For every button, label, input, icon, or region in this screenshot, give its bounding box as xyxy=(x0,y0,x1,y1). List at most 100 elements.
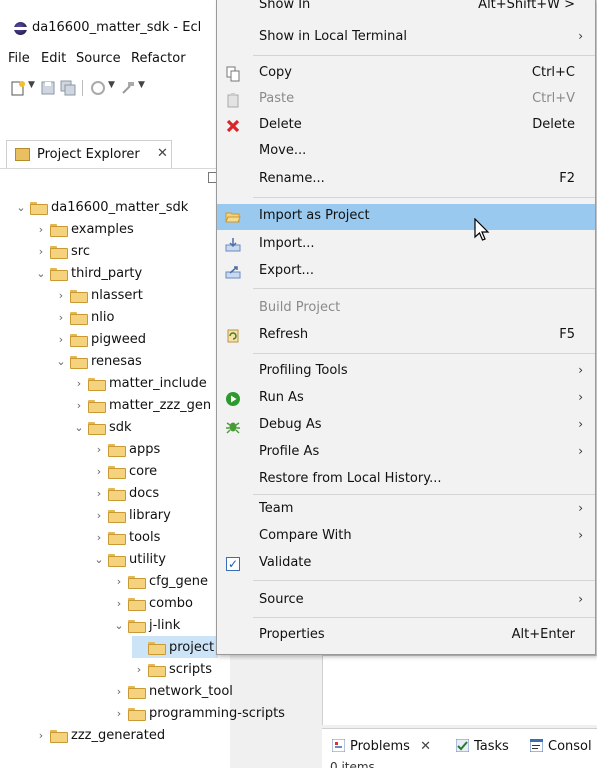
chevron-right-icon[interactable]: › xyxy=(72,399,86,412)
menu-item-show-in-local-terminal[interactable]: Show in Local Terminal › xyxy=(217,25,595,51)
chevron-down-icon[interactable]: ⌄ xyxy=(14,201,28,214)
new-file-icon[interactable] xyxy=(10,80,26,96)
menu-item-import[interactable]: Import... xyxy=(217,232,595,258)
chevron-right-icon[interactable]: › xyxy=(112,597,126,610)
chevron-right-icon[interactable]: › xyxy=(112,685,126,698)
chevron-down-icon[interactable]: ⌄ xyxy=(112,619,126,632)
menu-item-move[interactable]: Move... xyxy=(217,139,595,165)
import-icon xyxy=(225,238,241,252)
hammer-icon[interactable] xyxy=(120,80,136,96)
hammer-dropdown-icon[interactable]: ▼ xyxy=(138,80,145,96)
chevron-right-icon[interactable]: › xyxy=(112,575,126,588)
tree-item-selected[interactable]: project xyxy=(132,636,219,658)
divider xyxy=(0,168,230,169)
save-all-icon[interactable] xyxy=(60,80,76,96)
tree-item[interactable]: ⌄ sdk xyxy=(72,416,132,438)
tree-item[interactable]: › programming-scripts xyxy=(112,702,285,724)
tree-item[interactable]: › nlassert xyxy=(54,284,143,306)
menu-item-show-in[interactable]: Show In Alt+Shift+W > xyxy=(217,0,595,19)
chevron-right-icon[interactable]: › xyxy=(72,377,86,390)
menu-item-profile-as[interactable]: Profile As › xyxy=(217,440,595,466)
menu-item-debug-as[interactable]: Debug As › xyxy=(217,413,595,439)
chevron-down-icon[interactable]: ⌄ xyxy=(54,355,68,368)
tree-item[interactable]: › matter_include xyxy=(72,372,207,394)
close-icon[interactable]: ✕ xyxy=(157,146,168,161)
menu-item-export[interactable]: Export... xyxy=(217,259,595,285)
menu-item-copy[interactable]: Copy Ctrl+C xyxy=(217,61,595,87)
tree-item[interactable]: › matter_zzz_gen xyxy=(72,394,211,416)
tree-item[interactable]: › zzz_generated xyxy=(34,724,165,746)
tab-problems[interactable]: Problems ✕ xyxy=(332,739,431,754)
tree-item[interactable]: ⌄ third_party xyxy=(34,262,142,284)
tree-item[interactable]: ⌄ da16600_matter_sdk xyxy=(14,196,188,218)
chevron-down-icon[interactable]: ⌄ xyxy=(72,421,86,434)
chevron-right-icon[interactable]: › xyxy=(92,509,106,522)
chevron-right-icon[interactable]: › xyxy=(34,729,48,742)
tree-item[interactable]: ⌄ utility xyxy=(92,548,166,570)
tree-item[interactable]: › src xyxy=(34,240,90,262)
chevron-right-icon[interactable]: › xyxy=(92,487,106,500)
tree-item-label: sdk xyxy=(109,419,132,435)
chevron-right-icon[interactable]: › xyxy=(92,443,106,456)
menu-item-validate[interactable]: ✓ Validate xyxy=(217,551,595,577)
chevron-right-icon[interactable]: › xyxy=(54,289,68,302)
tree-item[interactable]: › scripts xyxy=(132,658,212,680)
menu-item-refresh[interactable]: Refresh F5 xyxy=(217,323,595,349)
menu-item-delete[interactable]: Delete Delete xyxy=(217,113,595,139)
tree-item[interactable]: › network_tool xyxy=(112,680,233,702)
menu-refactor[interactable]: Refactor xyxy=(131,51,186,66)
menu-item-paste[interactable]: Paste Ctrl+V xyxy=(217,87,595,113)
project-explorer-label: Project Explorer xyxy=(37,147,140,162)
chevron-right-icon[interactable]: › xyxy=(92,465,106,478)
tab-console[interactable]: Consol xyxy=(530,739,592,754)
chevron-right-icon[interactable]: › xyxy=(132,663,146,676)
menu-item-restore-local-history[interactable]: Restore from Local History... xyxy=(217,467,595,493)
menu-item-run-as[interactable]: Run As › xyxy=(217,386,595,412)
folder-open-icon xyxy=(108,553,126,567)
menu-item-compare-with[interactable]: Compare With › xyxy=(217,524,595,550)
menu-source[interactable]: Source xyxy=(76,51,121,66)
tree-item[interactable]: › tools xyxy=(92,526,160,548)
menu-item-source[interactable]: Source › xyxy=(217,588,595,614)
chevron-right-icon[interactable]: › xyxy=(34,245,48,258)
menu-item-build-project[interactable]: Build Project xyxy=(217,296,595,322)
menu-item-properties[interactable]: Properties Alt+Enter xyxy=(217,623,595,649)
menu-item-rename[interactable]: Rename... F2 xyxy=(217,167,595,193)
chevron-down-icon[interactable]: ⌄ xyxy=(34,267,48,280)
chevron-right-icon[interactable]: › xyxy=(92,531,106,544)
build-dropdown-icon[interactable]: ▼ xyxy=(108,80,115,96)
chevron-right-icon: › xyxy=(578,363,583,377)
build-settings-icon[interactable] xyxy=(90,80,106,96)
menu-file[interactable]: File xyxy=(8,51,30,66)
tree-item[interactable]: ⌄ j-link xyxy=(112,614,180,636)
save-icon[interactable] xyxy=(40,80,56,96)
tree-item[interactable]: ⌄ renesas xyxy=(54,350,142,372)
problems-icon xyxy=(332,739,345,752)
tree-item-label: network_tool xyxy=(149,683,233,699)
chevron-right-icon[interactable]: › xyxy=(112,707,126,720)
tree-item[interactable]: › examples xyxy=(34,218,134,240)
project-folder-icon xyxy=(30,201,48,215)
tree-item[interactable]: › library xyxy=(92,504,171,526)
chevron-right-icon[interactable]: › xyxy=(54,311,68,324)
tree-item-label: docs xyxy=(129,485,160,501)
folder-icon xyxy=(50,223,68,237)
chevron-right-icon[interactable]: › xyxy=(54,333,68,346)
tree-item[interactable]: › core xyxy=(92,460,157,482)
tree-item[interactable]: › combo xyxy=(112,592,193,614)
tree-item[interactable]: › docs xyxy=(92,482,159,504)
tree-item[interactable]: › pigweed xyxy=(54,328,146,350)
menu-edit[interactable]: Edit xyxy=(41,51,66,66)
chevron-right-icon[interactable]: › xyxy=(34,223,48,236)
tab-tasks[interactable]: Tasks xyxy=(456,739,509,754)
tree-item[interactable]: › apps xyxy=(92,438,160,460)
project-explorer-tab[interactable]: Project Explorer ✕ xyxy=(6,140,172,168)
menu-item-import-as-project[interactable]: Import as Project xyxy=(217,204,595,230)
tree-item[interactable]: › nlio xyxy=(54,306,114,328)
close-icon[interactable]: ✕ xyxy=(420,739,431,754)
new-dropdown-icon[interactable]: ▼ xyxy=(28,80,35,96)
menu-item-profiling-tools[interactable]: Profiling Tools › xyxy=(217,359,595,385)
chevron-down-icon[interactable]: ⌄ xyxy=(92,553,106,566)
tree-item[interactable]: › cfg_gene xyxy=(112,570,208,592)
menu-item-team[interactable]: Team › xyxy=(217,497,595,523)
